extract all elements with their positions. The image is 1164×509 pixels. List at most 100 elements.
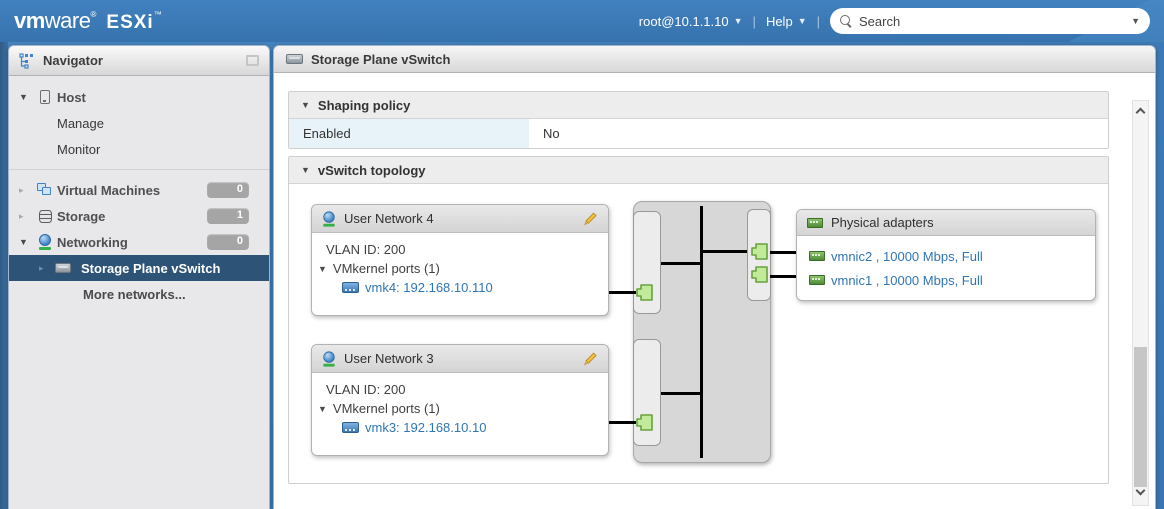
collapse-arrow-icon[interactable]: ▼ [19, 237, 28, 247]
collapse-arrow-icon: ▼ [318, 404, 327, 414]
logo-tm: ™ [154, 10, 162, 19]
scroll-up-arrow[interactable] [1133, 103, 1148, 121]
collapse-arrow-icon: ▼ [301, 100, 310, 110]
sidebar-item-label: Storage [57, 209, 105, 224]
sidebar-item-manage[interactable]: Manage [9, 110, 269, 136]
sidebar-item-networking[interactable]: ▼ Networking 0 [9, 229, 269, 255]
sidebar-item-label: Monitor [57, 142, 100, 157]
port-icon [635, 283, 654, 302]
vswitch-backbone-line [700, 206, 703, 458]
port-icon [750, 242, 769, 261]
divider [9, 169, 269, 170]
collapse-arrow-icon: ▼ [301, 165, 310, 175]
portgroup-name: User Network 3 [344, 351, 434, 366]
sidebar-item-monitor[interactable]: Monitor [9, 136, 269, 162]
physical-adapters-list: vmnic2 , 10000 Mbps, Full vmnic1 , 10000… [797, 236, 1095, 292]
count-badge: 0 [207, 182, 249, 198]
expand-arrow-icon[interactable]: ▸ [19, 185, 24, 196]
logo-ware: ware [45, 8, 91, 33]
vlan-label: VLAN ID: 200 [326, 382, 406, 397]
expand-arrow-icon[interactable]: ▸ [19, 211, 24, 222]
storage-icon [37, 208, 53, 224]
vmnic-link[interactable]: vmnic1 , 10000 Mbps, Full [831, 273, 983, 288]
physical-adapters-header: Physical adapters [797, 210, 1095, 236]
vswitch-topology-header[interactable]: ▼ vSwitch topology [289, 157, 1108, 184]
chevron-down-icon: ▼ [734, 16, 743, 26]
table-row: Enabled No [289, 119, 1108, 148]
count-badge: 0 [207, 234, 249, 250]
popout-icon[interactable] [246, 55, 259, 66]
top-bar: vmware®ESXi™ root@10.1.1.10 ▼ | Help ▼ |… [0, 0, 1164, 42]
vswitch-icon [55, 260, 71, 276]
connection-line [661, 262, 701, 265]
search-box[interactable]: ▼ [830, 8, 1150, 34]
physical-nic-icon [809, 275, 825, 285]
logo-esxi: ESXi [106, 12, 153, 33]
help-menu-label: Help [766, 14, 793, 29]
vmk-link[interactable]: vmk4: 192.168.10.110 [365, 280, 493, 295]
vmware-esxi-logo: vmware®ESXi™ [14, 8, 162, 34]
network-globe-icon [322, 211, 335, 226]
expand-arrow-icon[interactable]: ▸ [39, 263, 44, 274]
physical-nic-icon [807, 218, 823, 228]
page-title: Storage Plane vSwitch [311, 52, 450, 67]
search-input[interactable] [859, 14, 1124, 29]
network-globe-icon [322, 351, 335, 366]
collapse-arrow-icon[interactable]: ▼ [19, 92, 28, 102]
navigator-panel: Navigator ▼ Host Manage Monitor ▸ Virtua… [8, 45, 270, 509]
navigator-tree-icon [19, 53, 35, 69]
user-menu[interactable]: root@10.1.1.10 ▼ [639, 14, 743, 29]
separator: | [753, 14, 756, 29]
logo-reg: ® [90, 10, 96, 19]
sidebar-item-storage-plane-vswitch[interactable]: ▸ Storage Plane vSwitch [9, 255, 269, 281]
portgroup-header: User Network 4 [312, 205, 608, 233]
sidebar-item-virtual-machines[interactable]: ▸ Virtual Machines 0 [9, 177, 269, 203]
vlan-label: VLAN ID: 200 [326, 242, 406, 257]
help-menu[interactable]: Help ▼ [766, 14, 807, 29]
physical-adapters-title: Physical adapters [831, 215, 934, 230]
shaping-policy-section: ▼ Shaping policy Enabled No [288, 91, 1109, 149]
sidebar-item-label: Manage [57, 116, 104, 131]
vmk-link[interactable]: vmk3: 192.168.10.10 [365, 420, 486, 435]
scrollbar-thumb[interactable] [1134, 347, 1147, 487]
connection-line [661, 392, 701, 395]
vmkernel-ports-label: VMkernel ports (1) [333, 261, 440, 276]
search-dropdown-icon[interactable]: ▼ [1131, 16, 1140, 26]
section-title: vSwitch topology [318, 163, 426, 178]
vmnic-link[interactable]: vmnic2 , 10000 Mbps, Full [831, 249, 983, 264]
main-content: ▼ Shaping policy Enabled No ▼ vSwitch to… [274, 73, 1155, 509]
sidebar-item-storage[interactable]: ▸ Storage 1 [9, 203, 269, 229]
edit-pencil-icon[interactable] [582, 211, 598, 227]
physical-adapters-box: Physical adapters vmnic2 , 10000 Mbps, F… [796, 209, 1096, 301]
host-icon [37, 89, 53, 105]
sidebar-item-label: Virtual Machines [57, 183, 160, 198]
edit-pencil-icon[interactable] [582, 351, 598, 367]
vmk-row: vmk3: 192.168.10.10 [342, 418, 608, 437]
vswitch-icon [286, 54, 303, 64]
collapse-arrow-icon: ▼ [318, 264, 327, 274]
separator: | [817, 14, 820, 29]
main-panel: Storage Plane vSwitch ▼ Shaping policy E… [273, 45, 1156, 509]
sidebar-item-host[interactable]: ▼ Host [9, 84, 269, 110]
sidebar-item-label: Host [57, 90, 86, 105]
topology-canvas: User Network 4 VLAN ID: 200 ▼ [289, 184, 1108, 484]
user-menu-label: root@10.1.1.10 [639, 14, 729, 29]
sidebar-item-label: More networks... [83, 287, 186, 302]
vlan-row: VLAN ID: 200 [326, 380, 608, 399]
vertical-scrollbar[interactable] [1132, 100, 1149, 506]
scroll-down-arrow[interactable] [1133, 485, 1148, 503]
esxi-window: vmware®ESXi™ root@10.1.1.10 ▼ | Help ▼ |… [0, 0, 1164, 509]
virtual-machines-icon [37, 182, 53, 198]
navigator-header: Navigator [9, 46, 269, 76]
connection-line [770, 251, 798, 254]
sidebar-item-more-networks[interactable]: More networks... [9, 281, 269, 307]
vmkernel-ports-row[interactable]: ▼ VMkernel ports (1) [318, 399, 608, 418]
left-edge-strip [0, 42, 8, 509]
vswitch-topology-section: ▼ vSwitch topology [288, 156, 1109, 484]
row-label: Enabled [289, 119, 529, 148]
connection-line [770, 275, 798, 278]
shaping-policy-header[interactable]: ▼ Shaping policy [289, 92, 1108, 119]
search-icon [840, 15, 852, 27]
vmk-row: vmk4: 192.168.10.110 [342, 278, 608, 297]
vmkernel-ports-row[interactable]: ▼ VMkernel ports (1) [318, 259, 608, 278]
